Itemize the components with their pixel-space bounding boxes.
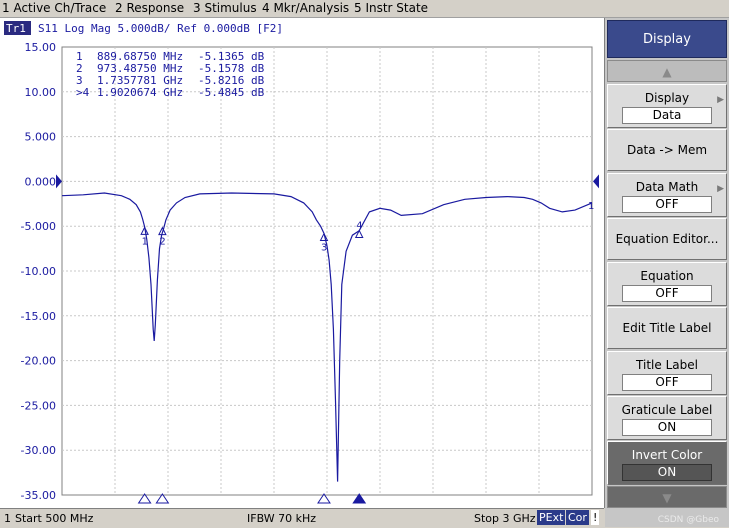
title-label-label: Title Label <box>636 358 698 372</box>
graticule-label-value: ON <box>622 419 712 436</box>
data-to-mem-label: Data -> Mem <box>626 143 708 157</box>
invert-color-label: Invert Color <box>631 448 703 462</box>
y-tick-label: -15.00 <box>21 310 56 323</box>
start-frequency[interactable]: Start 500 MHz <box>15 512 93 525</box>
marker-triangle-icon[interactable] <box>140 226 149 235</box>
trace-header: S11 Log Mag 5.000dB/ Ref 0.000dB [F2] <box>38 22 283 35</box>
graticule-label-label: Graticule Label <box>621 403 713 417</box>
port-extension-badge: PExt <box>537 510 566 525</box>
s11-chart[interactable]: 15.00 10.00 5.000 0.000 -5.000 -10.00 -15.00 -2… <box>0 18 604 508</box>
scroll-up-button[interactable]: ▲ <box>607 60 727 82</box>
warning-badge: ! <box>591 510 600 525</box>
y-tick-label: -30.00 <box>21 444 56 457</box>
data-math-softkey[interactable]: Data Math OFF ▶ <box>607 173 727 217</box>
submenu-arrow-icon: ▶ <box>717 95 724 105</box>
menu-response[interactable]: 2 Response <box>115 0 184 17</box>
display-softkey[interactable]: Display Data ▶ <box>607 84 727 128</box>
equation-editor-label: Equation Editor... <box>615 232 719 246</box>
y-tick-label: 0.000 <box>25 175 57 188</box>
triangle-up-icon: ▲ <box>662 65 672 79</box>
equation-editor-button[interactable]: Equation Editor... <box>607 218 727 260</box>
display-softkey-label: Display <box>644 91 690 105</box>
softkey-menu-title: Display <box>607 20 727 58</box>
y-tick-label: 15.00 <box>25 41 57 54</box>
reference-level-left-icon <box>56 174 62 189</box>
y-tick-label: -5.000 <box>21 220 56 233</box>
title-label-value: OFF <box>622 374 712 391</box>
y-tick-label: -35.00 <box>21 489 56 502</box>
reference-level-right-icon <box>593 174 599 189</box>
y-tick-label: 10.00 <box>25 86 57 99</box>
ifbw-setting[interactable]: IFBW 70 kHz <box>247 512 316 525</box>
correction-badge: Cor <box>566 510 589 525</box>
title-label-softkey[interactable]: Title Label OFF <box>607 351 727 395</box>
invert-color-softkey[interactable]: Invert Color ON <box>607 441 727 485</box>
menu-bar: 1 Active Ch/Trace 2 Response 3 Stimulus … <box>0 0 729 18</box>
marker-table-frequency: 1.9020674 GHz <box>97 86 183 99</box>
stop-frequency[interactable]: Stop 3 GHz <box>474 512 536 525</box>
equation-softkey[interactable]: Equation OFF <box>607 262 727 306</box>
marker-table-id: >4 <box>76 86 90 99</box>
trace-tag[interactable]: Tr1 <box>6 22 26 35</box>
y-tick-label: -25.00 <box>21 399 56 412</box>
marker-number-label: 3 <box>321 243 327 254</box>
data-math-label: Data Math <box>635 180 699 194</box>
triangle-down-icon: ▼ <box>662 491 672 505</box>
marker-number-label: 2 <box>159 237 165 248</box>
marker-table-value: -5.4845 dB <box>198 86 265 99</box>
menu-active-ch-trace[interactable]: 1 Active Ch/Trace <box>2 0 106 17</box>
data-to-mem-button[interactable]: Data -> Mem <box>607 129 727 171</box>
edit-title-label-text: Edit Title Label <box>622 321 712 335</box>
y-tick-label: -10.00 <box>21 265 56 278</box>
marker-number-label: 1 <box>142 236 148 247</box>
data-math-value: OFF <box>622 196 712 213</box>
marker-number-label: 4 <box>356 221 362 232</box>
trace-display[interactable]: 15.00 10.00 5.000 0.000 -5.000 -10.00 -15.00 -2… <box>0 18 606 508</box>
edit-title-label-button[interactable]: Edit Title Label <box>607 307 727 349</box>
menu-mkr-analysis[interactable]: 4 Mkr/Analysis <box>262 0 349 17</box>
y-tick-label: 5.000 <box>25 131 57 144</box>
submenu-arrow-icon: ▶ <box>717 184 724 194</box>
menu-instr-state[interactable]: 5 Instr State <box>354 0 428 17</box>
watermark-text: CSDN @Gbeo <box>657 515 719 525</box>
equation-label: Equation <box>640 269 694 283</box>
trace-end-label: 1 <box>588 201 594 212</box>
y-tick-label: -20.00 <box>21 355 56 368</box>
softkey-panel: Display ▲ Display Data ▶ Data -> Mem Dat… <box>605 18 729 527</box>
equation-value: OFF <box>622 285 712 302</box>
invert-color-value: ON <box>622 464 712 481</box>
graticule-label-softkey[interactable]: Graticule Label ON <box>607 396 727 440</box>
scroll-down-button[interactable]: ▼ <box>607 486 727 508</box>
channel-number: 1 <box>4 512 11 525</box>
marker-triangle-icon[interactable] <box>319 232 329 242</box>
status-bar: 1 Start 500 MHz IFBW 70 kHz Stop 3 GHz P… <box>0 508 604 528</box>
menu-stimulus[interactable]: 3 Stimulus <box>193 0 257 17</box>
display-softkey-value: Data <box>622 107 712 124</box>
